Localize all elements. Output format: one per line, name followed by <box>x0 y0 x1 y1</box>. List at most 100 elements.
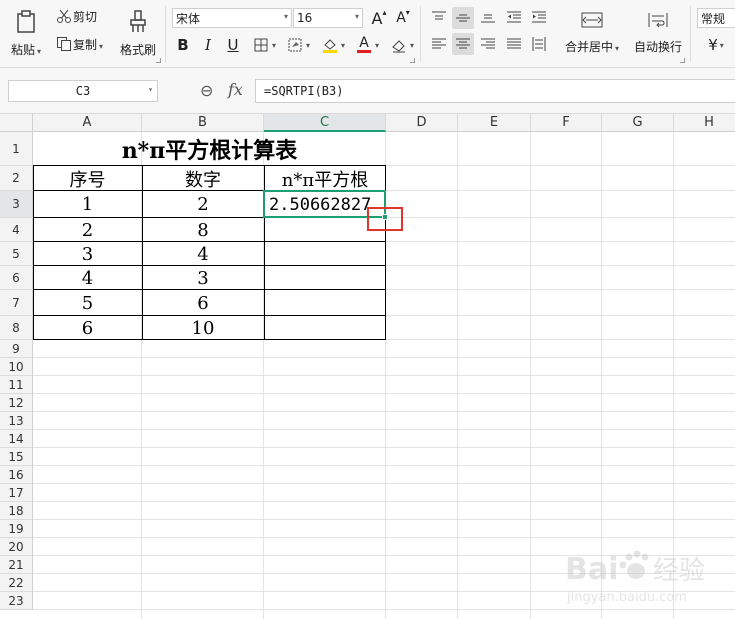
row-header-7[interactable]: 7 <box>0 290 33 316</box>
increase-indent-icon <box>530 8 548 26</box>
clear-button[interactable]: ▾ <box>386 35 418 55</box>
header-cell[interactable]: 数字 <box>142 166 264 191</box>
row-gridline <box>33 357 735 358</box>
row-header-3[interactable]: 3 <box>0 191 33 218</box>
data-cell[interactable]: 10 <box>142 316 264 340</box>
row-header-9[interactable]: 9 <box>0 340 33 358</box>
row-gridline <box>33 537 735 538</box>
distributed-button[interactable] <box>528 34 550 54</box>
font-size-select[interactable]: 16 ▾ <box>293 8 363 28</box>
font-color-button[interactable]: A ▾ <box>352 35 382 55</box>
data-cell[interactable]: 3 <box>142 266 264 290</box>
merge-center-button[interactable]: 合并居中 ▾ <box>560 6 624 58</box>
data-cell[interactable]: 4 <box>33 266 142 290</box>
column-gridline <box>457 132 458 619</box>
cut-button[interactable]: 剪切 <box>55 6 97 26</box>
data-cell[interactable]: 2 <box>33 218 142 242</box>
column-header-e[interactable]: E <box>458 114 531 132</box>
data-cell[interactable]: 5 <box>33 290 142 316</box>
column-gridline <box>530 132 531 619</box>
currency-button[interactable]: ¥ ▾ <box>703 35 729 55</box>
bold-button[interactable]: B <box>174 35 192 55</box>
copy-button[interactable]: 复制 ▾ <box>55 34 103 54</box>
row-header-13[interactable]: 13 <box>0 412 33 430</box>
underline-button[interactable]: U <box>224 35 242 55</box>
font-color-icon: A <box>355 36 373 54</box>
result-cell[interactable] <box>264 290 386 316</box>
row-header-4[interactable]: 4 <box>0 218 33 242</box>
spreadsheet-grid[interactable]: A B C D E F G H 1 2 3 4 5 6 7 8 9 10 11 12 13 14 15 16 17 18 19 20 2… <box>0 114 735 619</box>
result-cell[interactable] <box>264 242 386 266</box>
column-header-a[interactable]: A <box>33 114 142 132</box>
column-header-b[interactable]: B <box>142 114 264 132</box>
align-top-button[interactable] <box>428 7 450 27</box>
row-header-21[interactable]: 21 <box>0 556 33 574</box>
header-cell[interactable]: n*π平方根 <box>264 166 386 191</box>
select-all-corner[interactable] <box>0 114 33 132</box>
row-header-12[interactable]: 12 <box>0 394 33 412</box>
name-box[interactable]: C3 ▾ <box>8 80 158 102</box>
table-border <box>33 289 386 290</box>
row-header-18[interactable]: 18 <box>0 502 33 520</box>
data-cell[interactable]: 1 <box>33 191 142 218</box>
table-border <box>33 217 386 218</box>
function-wizard-button[interactable]: fx <box>228 80 243 99</box>
format-painter-button[interactable]: 格式刷 <box>118 4 158 62</box>
column-header-g[interactable]: G <box>602 114 674 132</box>
align-bottom-icon <box>479 8 497 26</box>
row-header-10[interactable]: 10 <box>0 358 33 376</box>
row-header-17[interactable]: 17 <box>0 484 33 502</box>
data-cell[interactable]: 2 <box>142 191 264 218</box>
font-name-select[interactable]: 宋体 ▾ <box>172 8 292 28</box>
row-header-2[interactable]: 2 <box>0 166 33 191</box>
column-header-c[interactable]: C <box>264 114 386 132</box>
column-header-d[interactable]: D <box>386 114 458 132</box>
increase-indent-button[interactable] <box>528 7 550 27</box>
data-cell[interactable]: 3 <box>33 242 142 266</box>
column-header-h[interactable]: H <box>674 114 735 132</box>
cell-style-button[interactable]: ▾ <box>283 35 313 55</box>
align-right-button[interactable] <box>477 34 499 54</box>
zoom-icon[interactable]: ⊖ <box>200 81 213 100</box>
data-cell[interactable]: 4 <box>142 242 264 266</box>
row-header-22[interactable]: 22 <box>0 574 33 592</box>
align-center-button[interactable] <box>452 33 474 55</box>
row-header-20[interactable]: 20 <box>0 538 33 556</box>
italic-button[interactable]: I <box>199 35 217 55</box>
fill-color-button[interactable]: ▾ <box>317 35 349 55</box>
merge-center-icon <box>580 10 604 30</box>
row-header-5[interactable]: 5 <box>0 242 33 266</box>
paste-button[interactable]: 粘贴 ▾ <box>8 4 44 62</box>
number-format-select[interactable]: 常规 <box>697 8 735 28</box>
sheet-title-cell[interactable]: n*π平方根计算表 <box>33 132 386 166</box>
column-header-f[interactable]: F <box>531 114 602 132</box>
wrap-text-button[interactable]: 自动换行 <box>630 6 686 58</box>
result-cell[interactable] <box>264 316 386 340</box>
row-header-6[interactable]: 6 <box>0 266 33 290</box>
justify-button[interactable] <box>503 34 525 54</box>
row-header-1[interactable]: 1 <box>0 132 33 166</box>
data-cell[interactable]: 6 <box>142 290 264 316</box>
formula-input[interactable]: =SQRTPI(B3) <box>255 79 735 103</box>
row-header-15[interactable]: 15 <box>0 448 33 466</box>
align-middle-button[interactable] <box>452 7 474 29</box>
row-header-23[interactable]: 23 <box>0 592 33 610</box>
row-header-14[interactable]: 14 <box>0 430 33 448</box>
decrease-indent-button[interactable] <box>503 7 525 27</box>
result-cell[interactable] <box>264 266 386 290</box>
border-button[interactable]: ▾ <box>249 35 279 55</box>
row-header-16[interactable]: 16 <box>0 466 33 484</box>
data-cell[interactable]: 6 <box>33 316 142 340</box>
header-cell[interactable]: 序号 <box>33 166 142 191</box>
row-header-19[interactable]: 19 <box>0 520 33 538</box>
data-cell[interactable]: 8 <box>142 218 264 242</box>
row-header-11[interactable]: 11 <box>0 376 33 394</box>
table-border <box>33 265 386 266</box>
shrink-font-button[interactable]: A ▾ <box>393 8 413 28</box>
row-header-8[interactable]: 8 <box>0 316 33 340</box>
align-left-button[interactable] <box>428 34 450 54</box>
grow-font-button[interactable]: A ▴ <box>369 8 389 28</box>
fill-color-icon <box>321 36 339 54</box>
row-gridline <box>33 483 735 484</box>
align-bottom-button[interactable] <box>477 7 499 27</box>
